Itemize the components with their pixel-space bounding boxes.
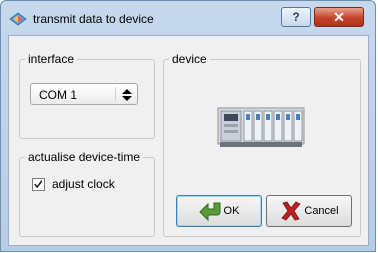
- ok-button[interactable]: OK: [176, 195, 262, 227]
- title-bar[interactable]: transmit data to device ? ✕: [1, 1, 375, 35]
- dialog-window: transmit data to device ? ✕ interface CO…: [0, 0, 376, 252]
- device-legend: device: [169, 52, 210, 66]
- close-button[interactable]: ✕: [314, 7, 364, 27]
- dialog-content: interface COM 1 actualise device-time ad…: [8, 35, 369, 246]
- device-time-legend: actualise device-time: [25, 150, 144, 164]
- interface-group: interface COM 1: [19, 52, 155, 139]
- cancel-button[interactable]: Cancel: [266, 195, 352, 227]
- red-x-icon: [281, 201, 302, 221]
- spin-arrows-icon[interactable]: [120, 88, 134, 102]
- interface-legend: interface: [25, 52, 78, 66]
- window-title: transmit data to device: [33, 12, 154, 26]
- port-value: COM 1: [39, 88, 78, 102]
- device-group: device OK Cancel: [163, 52, 361, 237]
- green-arrow-icon: [198, 202, 221, 222]
- interface-port-select[interactable]: COM 1: [30, 83, 138, 105]
- device-rack-image: [217, 107, 305, 147]
- adjust-clock-checkbox[interactable]: [32, 178, 45, 191]
- combo-divider: [115, 87, 116, 101]
- cancel-label: Cancel: [304, 205, 339, 217]
- ok-label: OK: [223, 205, 240, 217]
- adjust-clock-label[interactable]: adjust clock: [52, 177, 115, 191]
- help-button[interactable]: ?: [281, 7, 311, 27]
- checkmark-icon: [34, 180, 43, 189]
- device-time-group: actualise device-time adjust clock: [19, 150, 155, 237]
- transmit-data-icon: [9, 12, 27, 26]
